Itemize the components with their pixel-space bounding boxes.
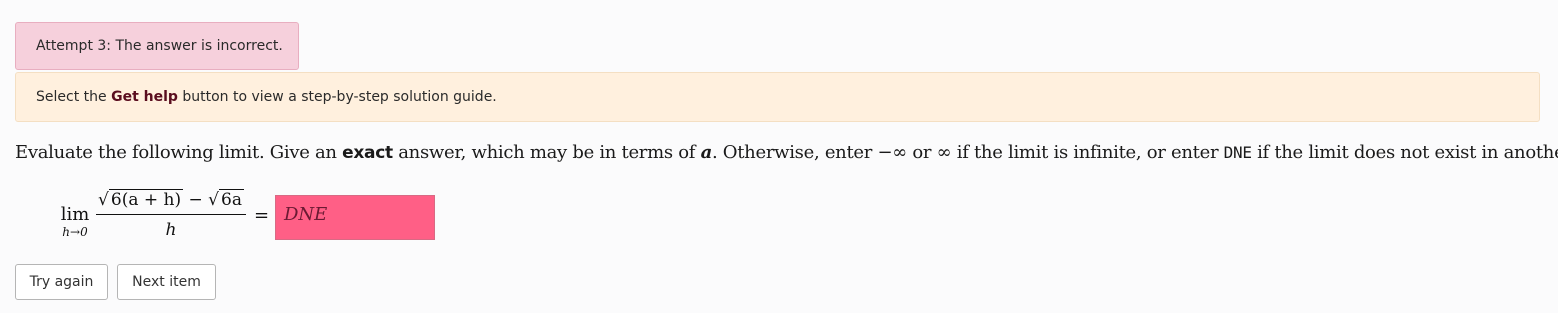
- prompt-part-2: answer, which may be in terms of: [392, 142, 701, 163]
- limit-operator: lim h→0: [58, 204, 92, 240]
- answer-input[interactable]: DNE: [275, 195, 435, 240]
- fraction: √ 6(a + h) − √ 6a h: [96, 188, 246, 241]
- lim-subscript: h→0: [62, 225, 88, 239]
- try-again-button[interactable]: Try again: [15, 264, 108, 300]
- radicand-2: 6a: [219, 189, 244, 210]
- get-help-alert: Select the Get help button to view a ste…: [15, 72, 1540, 122]
- radical-sign-2: √: [208, 190, 219, 210]
- prompt-variable: a: [700, 142, 713, 163]
- fraction-bar: [96, 214, 246, 215]
- numerator: √ 6(a + h) − √ 6a: [96, 188, 246, 212]
- radical-sign-1: √: [98, 190, 109, 210]
- equals-sign: =: [254, 205, 270, 226]
- lim-word: lim: [60, 204, 90, 225]
- prompt-part-3: . Otherwise, enter −∞ or ∞ if the limit …: [711, 142, 1224, 163]
- get-help-label: Get help: [111, 89, 178, 105]
- incorrect-alert: Attempt 3: The answer is incorrect.: [15, 22, 299, 70]
- minus-sign: −: [183, 190, 209, 210]
- radicand-1: 6(a + h): [108, 189, 184, 210]
- next-item-button[interactable]: Next item: [117, 264, 216, 300]
- help-suffix: button to view a step-by-step solution g…: [177, 89, 497, 105]
- prompt-part-1: Evaluate the following limit. Give an: [15, 142, 343, 163]
- incorrect-alert-text: Attempt 3: The answer is incorrect.: [36, 38, 283, 54]
- prompt-exact: exact: [342, 143, 393, 163]
- prompt-part-4: if the limit does not exist in another w…: [1257, 142, 1558, 163]
- help-prefix: Select the: [36, 89, 112, 105]
- prompt-dne: DNE: [1223, 143, 1252, 162]
- question-prompt: Evaluate the following limit. Give an ex…: [15, 142, 1558, 163]
- denominator: h: [165, 220, 177, 240]
